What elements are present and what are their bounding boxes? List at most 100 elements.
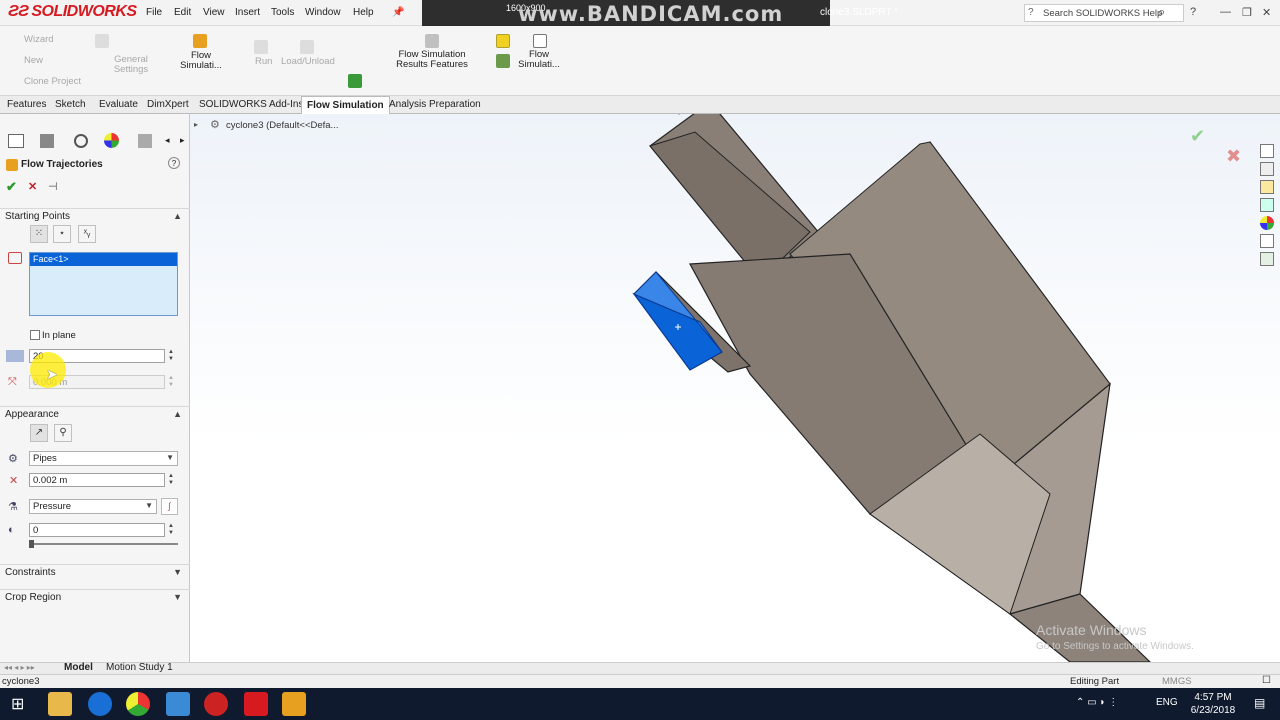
comment-icon[interactable]: ☐: [1262, 675, 1271, 686]
pin-icon[interactable]: ⊣: [48, 180, 58, 193]
view-palette-icon[interactable]: [1260, 198, 1274, 212]
hide-show-icon[interactable]: [496, 54, 510, 68]
notification-icon[interactable]: ▤: [1254, 696, 1265, 710]
close-button[interactable]: ✕: [1262, 6, 1271, 19]
display-manager-icon[interactable]: [138, 134, 152, 148]
status-units[interactable]: MMGS: [1162, 676, 1192, 687]
tab-features[interactable]: Features: [2, 96, 51, 114]
appearance-icon[interactable]: [104, 133, 119, 148]
in-plane-checkbox[interactable]: [30, 330, 40, 340]
general-settings-button[interactable]: General Settings: [110, 55, 152, 75]
menu-help[interactable]: Help: [353, 7, 374, 18]
tab-sketch[interactable]: Sketch: [50, 96, 91, 114]
transparency-slider-track[interactable]: [29, 543, 178, 545]
menu-window[interactable]: Window: [305, 7, 341, 18]
tab-model[interactable]: Model: [62, 662, 95, 673]
windows-start-icon[interactable]: ⊞: [11, 694, 24, 714]
clone-project-button[interactable]: Clone Project: [24, 76, 81, 87]
menu-file[interactable]: File: [146, 7, 162, 18]
tab-analysis-preparation[interactable]: Analysis Preparation: [384, 96, 486, 114]
question-icon[interactable]: ?: [1190, 6, 1196, 18]
pattern-icon[interactable]: ⋆: [53, 225, 71, 243]
static-trajectory-icon[interactable]: ↗: [30, 424, 48, 442]
menu-insert[interactable]: Insert: [235, 7, 260, 18]
results-features-button[interactable]: Flow Simulation Results Features: [394, 50, 470, 70]
lightbulb-icon[interactable]: [496, 34, 510, 48]
restore-button[interactable]: ❐: [1242, 6, 1252, 19]
file-explorer-icon[interactable]: [1260, 180, 1274, 194]
resources-icon[interactable]: [1260, 162, 1274, 176]
color-settings-icon[interactable]: ∫: [161, 498, 178, 515]
menu-tools[interactable]: Tools: [271, 7, 294, 18]
home-icon[interactable]: [1260, 144, 1274, 158]
section-appearance[interactable]: Appearance ▲: [0, 406, 190, 424]
custom-properties-icon[interactable]: [1260, 234, 1274, 248]
run-button[interactable]: Run: [255, 56, 272, 67]
selection-list-box[interactable]: Face<1>: [29, 252, 178, 316]
flow-simulation-taskbar-icon[interactable]: [282, 692, 306, 716]
bandicam-icon[interactable]: [204, 692, 228, 716]
help-icon[interactable]: ?: [168, 157, 180, 169]
transparency-slider-handle[interactable]: [29, 540, 34, 548]
animated-trajectory-icon[interactable]: ⚲: [54, 424, 72, 442]
panel-title: Flow Trajectories: [21, 159, 103, 170]
tab-evaluate[interactable]: Evaluate: [94, 96, 143, 114]
configuration-icon[interactable]: [74, 134, 88, 148]
edge-browser-icon[interactable]: [88, 692, 112, 716]
section-constraints[interactable]: Constraints ▼: [0, 564, 190, 582]
activate-windows-subtitle: Go to Settings to activate Windows.: [1036, 641, 1194, 652]
menu-view[interactable]: View: [203, 7, 225, 18]
selection-item-face[interactable]: Face<1>: [30, 253, 177, 266]
feature-tree-icon[interactable]: [8, 134, 24, 148]
language-indicator[interactable]: ENG: [1156, 697, 1178, 708]
tab-flow-simulation[interactable]: Flow Simulation: [301, 96, 390, 114]
pin-icon[interactable]: 📌: [392, 7, 404, 18]
activate-windows-title: Activate Windows: [1036, 622, 1147, 638]
load-unload-button[interactable]: Load/Unload: [281, 56, 335, 67]
pipe-width-stepper[interactable]: ▲ ▼: [166, 473, 176, 487]
menu-edit[interactable]: Edit: [174, 7, 191, 18]
minimize-button[interactable]: —: [1220, 6, 1231, 18]
solidworks-taskbar-icon[interactable]: [244, 692, 268, 716]
store-icon[interactable]: [166, 692, 190, 716]
cyclone-model[interactable]: [190, 114, 1280, 662]
file-explorer-taskbar-icon[interactable]: [48, 692, 72, 716]
confirm-check-icon[interactable]: ✔: [1190, 126, 1205, 147]
tab-dimxpert[interactable]: DimXpert: [142, 96, 194, 114]
cancel-x-icon[interactable]: ✕: [28, 180, 37, 193]
cancel-x-icon[interactable]: ✖: [1226, 146, 1241, 167]
tray-icons[interactable]: ⌃ ▭ ◗ ⋮: [1076, 697, 1118, 708]
tab-motion-study[interactable]: Motion Study 1: [106, 662, 173, 673]
color-by-select[interactable]: Pressure ▼: [29, 499, 157, 514]
flow-simulation-button[interactable]: Flow Simulati...: [178, 51, 224, 71]
section-crop-region[interactable]: Crop Region ▼: [0, 589, 190, 607]
search-icon[interactable]: ⌕: [1158, 4, 1165, 20]
offset-stepper[interactable]: ▲ ▼: [166, 375, 176, 389]
coordinates-icon[interactable]: ˣᵧ: [78, 225, 96, 243]
number-of-points-stepper[interactable]: ▲ ▼: [166, 349, 176, 363]
draw-trajectories-as-select[interactable]: Pipes ▼: [29, 451, 178, 466]
search-placeholder: Search SOLIDWORKS Help: [1043, 8, 1163, 19]
property-manager: ◂ ▸ Flow Trajectories ? ✔ ✕ ⊣ Starting P…: [0, 114, 225, 662]
transparency-input[interactable]: 0: [29, 523, 165, 537]
tab-nav-arrows-icon[interactable]: ◂◂ ◂ ▸ ▸▸: [4, 663, 35, 672]
clock[interactable]: 4:57 PM 6/23/2018: [1180, 691, 1246, 717]
property-manager-icon[interactable]: [40, 134, 54, 148]
graphics-viewport[interactable]: ▸ ⚙ cyclone3 (Default<<Defa... ⌕ ⌕ ✎ ▦ ◧…: [190, 114, 1280, 662]
new-button[interactable]: New: [24, 55, 43, 66]
forum-icon[interactable]: [1260, 252, 1274, 266]
wizard-button[interactable]: Wizard: [24, 34, 54, 45]
appearances-icon[interactable]: [1260, 216, 1274, 230]
ok-check-icon[interactable]: ✔: [6, 179, 17, 195]
section-starting-points[interactable]: Starting Points ▲: [0, 208, 190, 226]
transparency-stepper[interactable]: ▲ ▼: [166, 523, 176, 537]
run-icon: [254, 40, 268, 54]
tab-scroll-right-icon[interactable]: ▸: [180, 135, 185, 146]
green-flag-icon[interactable]: [348, 74, 362, 88]
pipe-width-input[interactable]: 0.002 m: [29, 473, 165, 487]
flow-simulation-button-2[interactable]: Flow Simulati...: [516, 50, 562, 70]
chrome-icon[interactable]: [126, 692, 150, 716]
tab-addins[interactable]: SOLIDWORKS Add-Ins: [194, 96, 308, 114]
points-grid-icon[interactable]: ⁙: [30, 225, 48, 243]
tab-scroll-left-icon[interactable]: ◂: [165, 135, 170, 146]
